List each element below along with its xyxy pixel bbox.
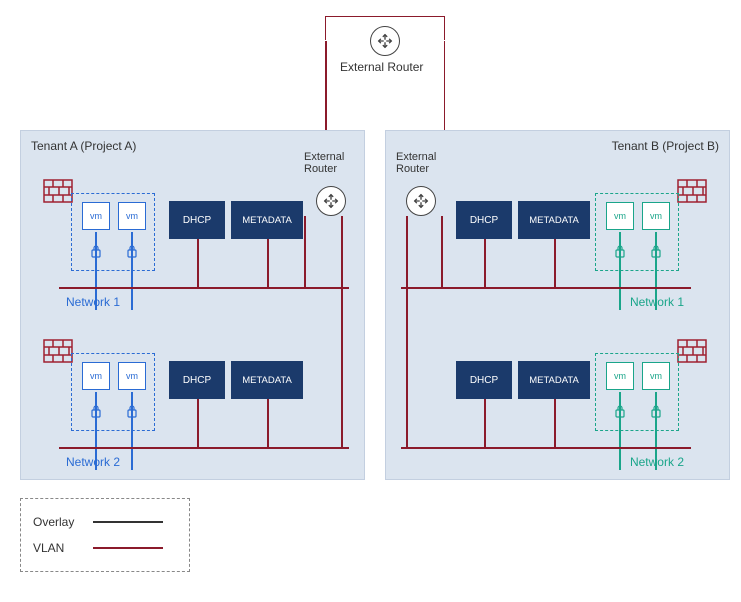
vm-group: vm vm: [595, 193, 679, 271]
tenant-a-panel: Tenant A (Project A) External Router vm …: [20, 130, 365, 480]
diagram-canvas: External Router Tenant A (Project A) Ext…: [10, 10, 731, 592]
wire: [341, 216, 343, 447]
legend-overlay-label: Overlay: [33, 515, 83, 529]
legend-row-vlan: VLAN: [33, 535, 177, 561]
legend-row-overlay: Overlay: [33, 509, 177, 535]
wire: [267, 239, 269, 287]
legend: Overlay VLAN: [20, 498, 190, 572]
vm-box: vm: [642, 202, 670, 230]
tenant-a-router-label: External Router: [304, 151, 364, 175]
metadata-service: METADATA: [231, 361, 303, 399]
vm-box: vm: [82, 362, 110, 390]
legend-vlan-label: VLAN: [33, 541, 83, 555]
vm-box: vm: [82, 202, 110, 230]
tenant-b-title: Tenant B (Project B): [612, 139, 719, 153]
lock-icon: [614, 404, 626, 418]
tenant-a-title: Tenant A (Project A): [31, 139, 136, 153]
vm-box: vm: [606, 202, 634, 230]
network-bus: [401, 287, 691, 289]
firewall-icon: [677, 179, 707, 203]
firewall-icon: [677, 339, 707, 363]
lock-icon: [650, 404, 662, 418]
wire: [197, 239, 199, 287]
legend-line-icon: [93, 547, 163, 549]
external-router-label: External Router: [340, 60, 423, 74]
vm-box: vm: [642, 362, 670, 390]
metadata-service: METADATA: [231, 201, 303, 239]
network-bus: [59, 287, 349, 289]
vm-group: vm vm: [71, 353, 155, 431]
firewall-icon: [43, 179, 73, 203]
router-icon: [406, 186, 436, 216]
wire: [197, 399, 199, 447]
network-bus: [401, 447, 691, 449]
wire: [267, 399, 269, 447]
vm-box: vm: [118, 202, 146, 230]
router-icon: [370, 26, 400, 56]
metadata-service: METADATA: [518, 361, 590, 399]
dhcp-service: DHCP: [456, 201, 512, 239]
network-label: Network 2: [66, 455, 120, 469]
tenant-b-panel: Tenant B (Project B) External Router vm …: [385, 130, 730, 480]
wire: [406, 216, 408, 447]
firewall-icon: [43, 339, 73, 363]
wire: [554, 399, 556, 447]
vm-group: vm vm: [595, 353, 679, 431]
lock-icon: [90, 404, 102, 418]
metadata-service: METADATA: [518, 201, 590, 239]
wire: [304, 216, 306, 287]
network-label: Network 1: [66, 295, 120, 309]
lock-icon: [126, 244, 138, 258]
lock-icon: [90, 244, 102, 258]
wire: [484, 239, 486, 287]
dhcp-service: DHCP: [169, 361, 225, 399]
network-bus: [59, 447, 349, 449]
wire: [484, 399, 486, 447]
legend-line-icon: [93, 521, 163, 523]
vm-group: vm vm: [71, 193, 155, 271]
tenant-b-router-label: External Router: [396, 151, 456, 175]
wire: [441, 216, 443, 287]
network-label: Network 2: [630, 455, 684, 469]
dhcp-service: DHCP: [456, 361, 512, 399]
vm-box: vm: [118, 362, 146, 390]
vm-box: vm: [606, 362, 634, 390]
lock-icon: [614, 244, 626, 258]
router-icon: [316, 186, 346, 216]
dhcp-service: DHCP: [169, 201, 225, 239]
lock-icon: [126, 404, 138, 418]
wire: [554, 239, 556, 287]
lock-icon: [650, 244, 662, 258]
network-label: Network 1: [630, 295, 684, 309]
